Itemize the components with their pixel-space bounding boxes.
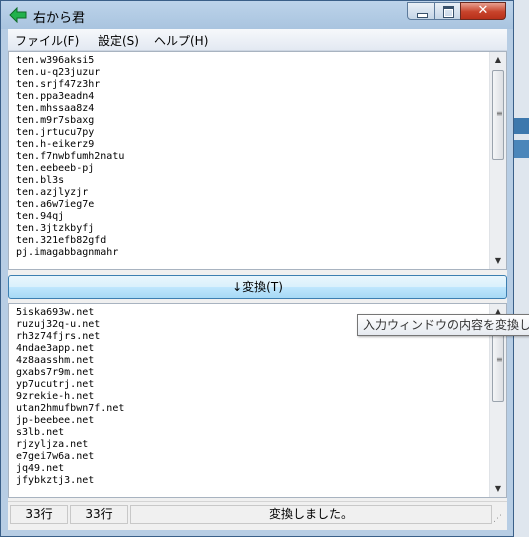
input-line: ten.bl3s [16, 175, 65, 186]
input-line: ten.u-q23juzur [16, 67, 101, 78]
scroll-down-icon[interactable]: ▼ [490, 253, 506, 269]
input-scrollbar[interactable]: ▲ ≡ ▼ [489, 52, 506, 269]
maximize-icon [443, 6, 454, 18]
window-title: 右から君 [33, 11, 86, 26]
input-line: ten.azjlyzjr [16, 187, 89, 198]
close-button[interactable]: ✕ [460, 2, 506, 20]
minimize-icon [417, 13, 428, 18]
input-line: pj.imagabbagnmahr [16, 247, 119, 258]
app-window: 右から君 ✕ ファイル(F) 設定(S) ヘルプ(H) ten.w396aksi… [0, 0, 514, 537]
output-line: yp7ucutrj.net [16, 379, 95, 390]
input-line: ten.eebeeb-pj [16, 163, 95, 174]
input-line: ten.h-eikerz9 [16, 139, 95, 150]
input-line: ten.321efb82gfd [16, 235, 107, 246]
output-line: jfybkztj3.net [16, 475, 95, 486]
maximize-button[interactable] [434, 2, 461, 20]
output-line: jq49.net [16, 463, 65, 474]
output-line: rh3z74fjrs.net [16, 331, 101, 342]
output-line: 4ndae3app.net [16, 343, 95, 354]
input-line: ten.a6w7ieg7e [16, 199, 95, 210]
output-line: 4z8aasshm.net [16, 355, 95, 366]
output-line: ruzuj32q-u.net [16, 319, 101, 330]
input-line: ten.srjf47z3hr [16, 79, 101, 90]
output-line: gxabs7r9m.net [16, 367, 95, 378]
input-line: ten.jrtucu7py [16, 127, 95, 138]
convert-button[interactable]: ↓変換(T) [8, 275, 507, 299]
back-arrow-icon [9, 7, 27, 23]
input-lines: ten.w396aksi5 ten.u-q23juzur ten.srjf47z3h… [16, 55, 124, 259]
output-line: 5iska693w.net [16, 307, 95, 318]
output-line: e7gei7w6a.net [16, 451, 95, 462]
status-bar: 33行 33行 変換しました。 ⋰ [8, 501, 507, 527]
grip-icon: ≡ [496, 355, 503, 364]
input-line: ten.f7nwbfumh2natu [16, 151, 125, 162]
input-line: ten.3jtzkbyfj [16, 223, 95, 234]
menu-settings[interactable]: 設定(S) [98, 32, 139, 49]
output-line: utan2hmufbwn7f.net [16, 403, 125, 414]
scrollbar-thumb[interactable]: ≡ [492, 70, 504, 160]
input-line: ten.m9r7sbaxg [16, 115, 95, 126]
background-element [514, 118, 529, 134]
output-line: rjzyljza.net [16, 439, 89, 450]
scroll-up-icon[interactable]: ▲ [490, 52, 506, 68]
title-bar[interactable]: 右から君 ✕ [1, 1, 515, 29]
input-line: ten.mhssaa8z4 [16, 103, 95, 114]
scroll-down-icon[interactable]: ▼ [490, 481, 506, 497]
grip-icon: ≡ [496, 109, 503, 118]
status-message: 変換しました。 [130, 505, 492, 524]
menu-bar: ファイル(F) 設定(S) ヘルプ(H) [8, 29, 507, 51]
input-line: ten.w396aksi5 [16, 55, 95, 66]
tooltip: 入力ウィンドウの内容を変換し [357, 314, 529, 336]
output-line: 9zrekie-h.net [16, 391, 95, 402]
input-textarea[interactable]: ten.w396aksi5 ten.u-q23juzur ten.srjf47z3h… [8, 51, 507, 270]
input-line-count: 33行 [10, 505, 68, 524]
background-element [514, 140, 529, 158]
output-lines: 5iska693w.net ruzuj32q-u.net rh3z74fjrs.ne… [16, 307, 124, 487]
menu-help[interactable]: ヘルプ(H) [154, 32, 208, 49]
output-line: jp-beebee.net [16, 415, 95, 426]
output-line-count: 33行 [70, 505, 128, 524]
input-line: ten.94qj [16, 211, 65, 222]
menu-file[interactable]: ファイル(F) [15, 32, 79, 49]
background-window [514, 0, 529, 537]
output-line: s3lb.net [16, 427, 65, 438]
resize-grip-icon[interactable]: ⋰ [493, 513, 505, 525]
input-line: ten.ppa3eadn4 [16, 91, 95, 102]
minimize-button[interactable] [407, 2, 435, 20]
client-area: ファイル(F) 設定(S) ヘルプ(H) ten.w396aksi5 ten.u-… [8, 29, 507, 530]
close-icon: ✕ [477, 3, 489, 18]
